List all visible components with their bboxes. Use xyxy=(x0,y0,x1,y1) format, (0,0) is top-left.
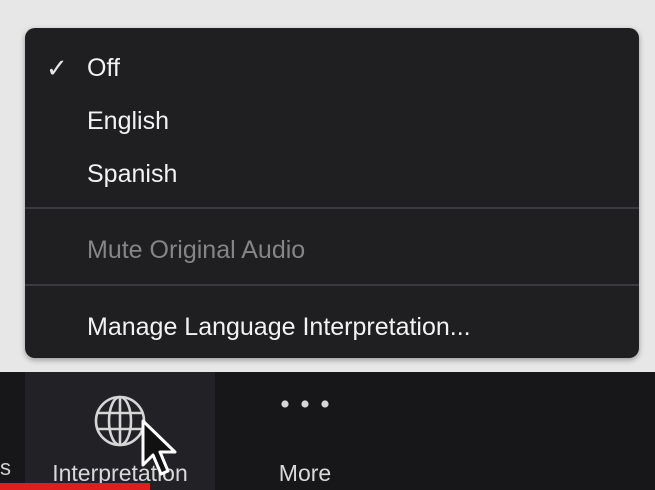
more-dots-icon xyxy=(281,400,329,408)
meeting-toolbar: Interpretation More xyxy=(0,372,655,490)
menu-item-label: Spanish xyxy=(87,159,178,188)
menu-item-english[interactable]: English xyxy=(25,99,639,143)
menu-divider xyxy=(25,207,639,209)
menu-divider xyxy=(25,284,639,286)
progress-bar xyxy=(0,483,150,490)
more-button[interactable]: More xyxy=(230,372,380,490)
more-label: More xyxy=(278,460,332,486)
interpretation-menu: ✓ Off English Spanish Mute Original Audi… xyxy=(25,28,639,358)
interpretation-button[interactable]: Interpretation xyxy=(25,372,215,490)
mute-original-audio-item: Mute Original Audio xyxy=(25,228,639,272)
checkmark-icon: ✓ xyxy=(46,52,68,83)
menu-item-label: Manage Language Interpretation... xyxy=(87,312,471,341)
clipped-toolbar-label: s xyxy=(0,455,11,480)
menu-item-spanish[interactable]: Spanish xyxy=(25,152,639,196)
menu-item-label: Off xyxy=(87,53,120,82)
manage-language-interpretation-item[interactable]: Manage Language Interpretation... xyxy=(25,305,639,349)
menu-item-off[interactable]: ✓ Off xyxy=(25,46,639,90)
menu-item-label: English xyxy=(87,106,169,135)
menu-item-label: Mute Original Audio xyxy=(87,235,306,264)
mouse-cursor-icon xyxy=(141,419,177,476)
